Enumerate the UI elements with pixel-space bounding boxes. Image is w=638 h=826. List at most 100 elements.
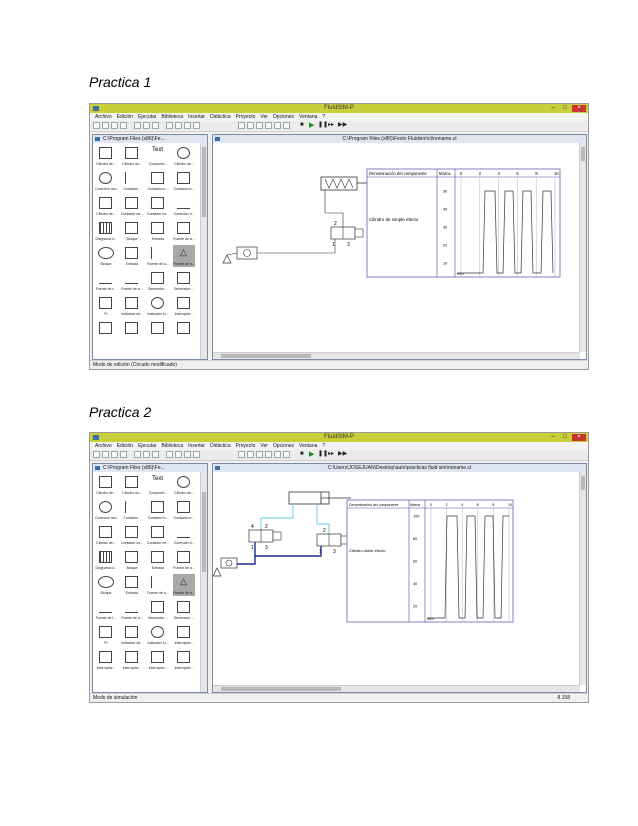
library-item[interactable]: Contacto m... (173, 499, 195, 521)
scroll-thumb[interactable] (202, 492, 206, 572)
grid-icon[interactable] (193, 451, 200, 458)
library-item[interactable]: Pr (95, 295, 117, 317)
library-item[interactable]: Interruptor... (95, 649, 117, 671)
library-item[interactable]: Bloque (121, 220, 143, 242)
library-item[interactable]: Cilindro do... (121, 145, 143, 167)
step-icon[interactable]: ▸▸ (328, 122, 335, 129)
library-item[interactable]: Contacto m... (147, 170, 169, 192)
library-item[interactable]: Interruptor... (121, 649, 143, 671)
library-scrollbar[interactable] (200, 143, 207, 359)
compressor-source-icon[interactable] (213, 567, 222, 577)
paste-icon[interactable] (152, 451, 159, 458)
library-item[interactable]: Entrada (121, 574, 143, 596)
library-item[interactable]: Fuente de a... (147, 245, 169, 267)
library-item[interactable]: Cilindro de... (173, 145, 195, 167)
zoom-previous-icon[interactable] (274, 451, 281, 458)
library-item[interactable]: Generador ... (173, 270, 195, 292)
zoom-previous-icon[interactable] (274, 122, 281, 129)
library-item[interactable]: Entrada (147, 220, 169, 242)
library-item[interactable]: Conexión d... (173, 195, 195, 217)
play-icon[interactable]: ▶ (309, 122, 316, 129)
menu-ver[interactable]: Ver (260, 114, 268, 120)
step-end-icon[interactable]: ▶▶ (338, 122, 347, 129)
library-item[interactable]: Fuente de t... (95, 599, 117, 621)
check-drawing-icon[interactable] (283, 122, 290, 129)
copy-icon[interactable] (143, 451, 150, 458)
library-item[interactable]: Bloque (95, 245, 117, 267)
library-item[interactable]: Text Compuert... (147, 145, 169, 167)
menu-insertar[interactable]: Insertar (188, 443, 205, 449)
check-drawing-icon[interactable] (283, 451, 290, 458)
scroll-thumb[interactable] (581, 147, 585, 161)
scroll-thumb[interactable] (221, 354, 311, 358)
circuit-horizontal-scrollbar[interactable] (213, 352, 580, 359)
library-item[interactable]: Cilindro do... (121, 474, 143, 496)
zoom-out-icon[interactable] (247, 122, 254, 129)
library-item[interactable]: Contador ne... (121, 195, 143, 217)
pause-icon[interactable]: ❚❚ (318, 451, 328, 458)
library-item[interactable]: Indicador de... (121, 624, 143, 646)
menu-opciones[interactable]: Opciones (273, 114, 294, 120)
menu-ejecutar[interactable]: Ejecutar (138, 443, 156, 449)
menu-archivo[interactable]: Archivo (95, 443, 112, 449)
new-file-icon[interactable] (93, 451, 100, 458)
library-item[interactable]: Diagrama d... (95, 220, 117, 242)
service-unit[interactable] (236, 246, 258, 260)
circuit-vertical-scrollbar[interactable] (579, 472, 586, 685)
library-item[interactable]: Contacto m... (173, 170, 195, 192)
library-item[interactable]: Entrada (147, 549, 169, 571)
circuit-canvas[interactable]: 2 1 3 Denominación del componente Marca … (213, 143, 580, 353)
library-item[interactable]: Cilindro de... (95, 145, 117, 167)
menu-insertar[interactable]: Insertar (188, 114, 205, 120)
scroll-thumb[interactable] (581, 476, 585, 490)
new-file-icon[interactable] (93, 122, 100, 129)
service-unit[interactable] (220, 557, 238, 569)
library-item[interactable]: Conexión neu... (95, 499, 117, 521)
library-item[interactable]: Bloque (95, 574, 117, 596)
scroll-thumb[interactable] (202, 147, 206, 217)
library-item[interactable]: Generador ... (147, 599, 169, 621)
library-item[interactable]: Cilindro de... (95, 195, 117, 217)
close-button[interactable]: × (572, 105, 586, 112)
paste-icon[interactable] (152, 122, 159, 129)
menu-ventana[interactable]: Ventana (299, 443, 317, 449)
menu-archivo[interactable]: Archivo (95, 114, 112, 120)
save-icon[interactable] (111, 122, 118, 129)
library-item[interactable]: Contador ne... (147, 524, 169, 546)
menu-opciones[interactable]: Opciones (273, 443, 294, 449)
library-item[interactable]: Text Compuert... (147, 474, 169, 496)
align-center-icon[interactable] (175, 122, 182, 129)
menu-ventana[interactable]: Ventana (299, 114, 317, 120)
minimize-button[interactable]: – (548, 434, 558, 441)
library-item[interactable]: Bloque (121, 549, 143, 571)
pause-icon[interactable]: ❚❚ (318, 122, 328, 129)
library-item[interactable]: Contador ne... (121, 524, 143, 546)
library-scrollbar[interactable] (200, 472, 207, 692)
menu-ejecutar[interactable]: Ejecutar (138, 114, 156, 120)
save-icon[interactable] (111, 451, 118, 458)
align-icon[interactable] (166, 122, 173, 129)
menu-ver[interactable]: Ver (260, 443, 268, 449)
library-item[interactable]: Generador ... (147, 270, 169, 292)
menu-didactica[interactable]: Didáctica (210, 443, 231, 449)
maximize-button[interactable]: □ (560, 434, 570, 441)
library-item[interactable]: Conexión neu... (95, 170, 117, 192)
menu-biblioteca[interactable]: Biblioteca (161, 443, 183, 449)
stop-icon[interactable]: ■ (300, 122, 307, 129)
library-item[interactable]: Indicador lu... (147, 295, 169, 317)
menu-edicion[interactable]: Edición (117, 443, 133, 449)
step-end-icon[interactable]: ▶▶ (338, 451, 347, 458)
library-item[interactable]: Interruptor... (173, 624, 195, 646)
library-item[interactable]: Diagrama d... (95, 549, 117, 571)
menu-help[interactable]: ? (322, 114, 325, 120)
print-icon[interactable] (120, 122, 127, 129)
zoom-in-icon[interactable] (238, 451, 245, 458)
library-item[interactable] (121, 320, 143, 342)
stop-icon[interactable]: ■ (300, 451, 307, 458)
library-item[interactable]: Indicador de... (121, 295, 143, 317)
library-item[interactable]: Pr (95, 624, 117, 646)
align-right-icon[interactable] (184, 451, 191, 458)
library-item[interactable]: Contacto m... (147, 499, 169, 521)
library-item[interactable]: Generador ... (173, 599, 195, 621)
library-item[interactable] (147, 320, 169, 342)
